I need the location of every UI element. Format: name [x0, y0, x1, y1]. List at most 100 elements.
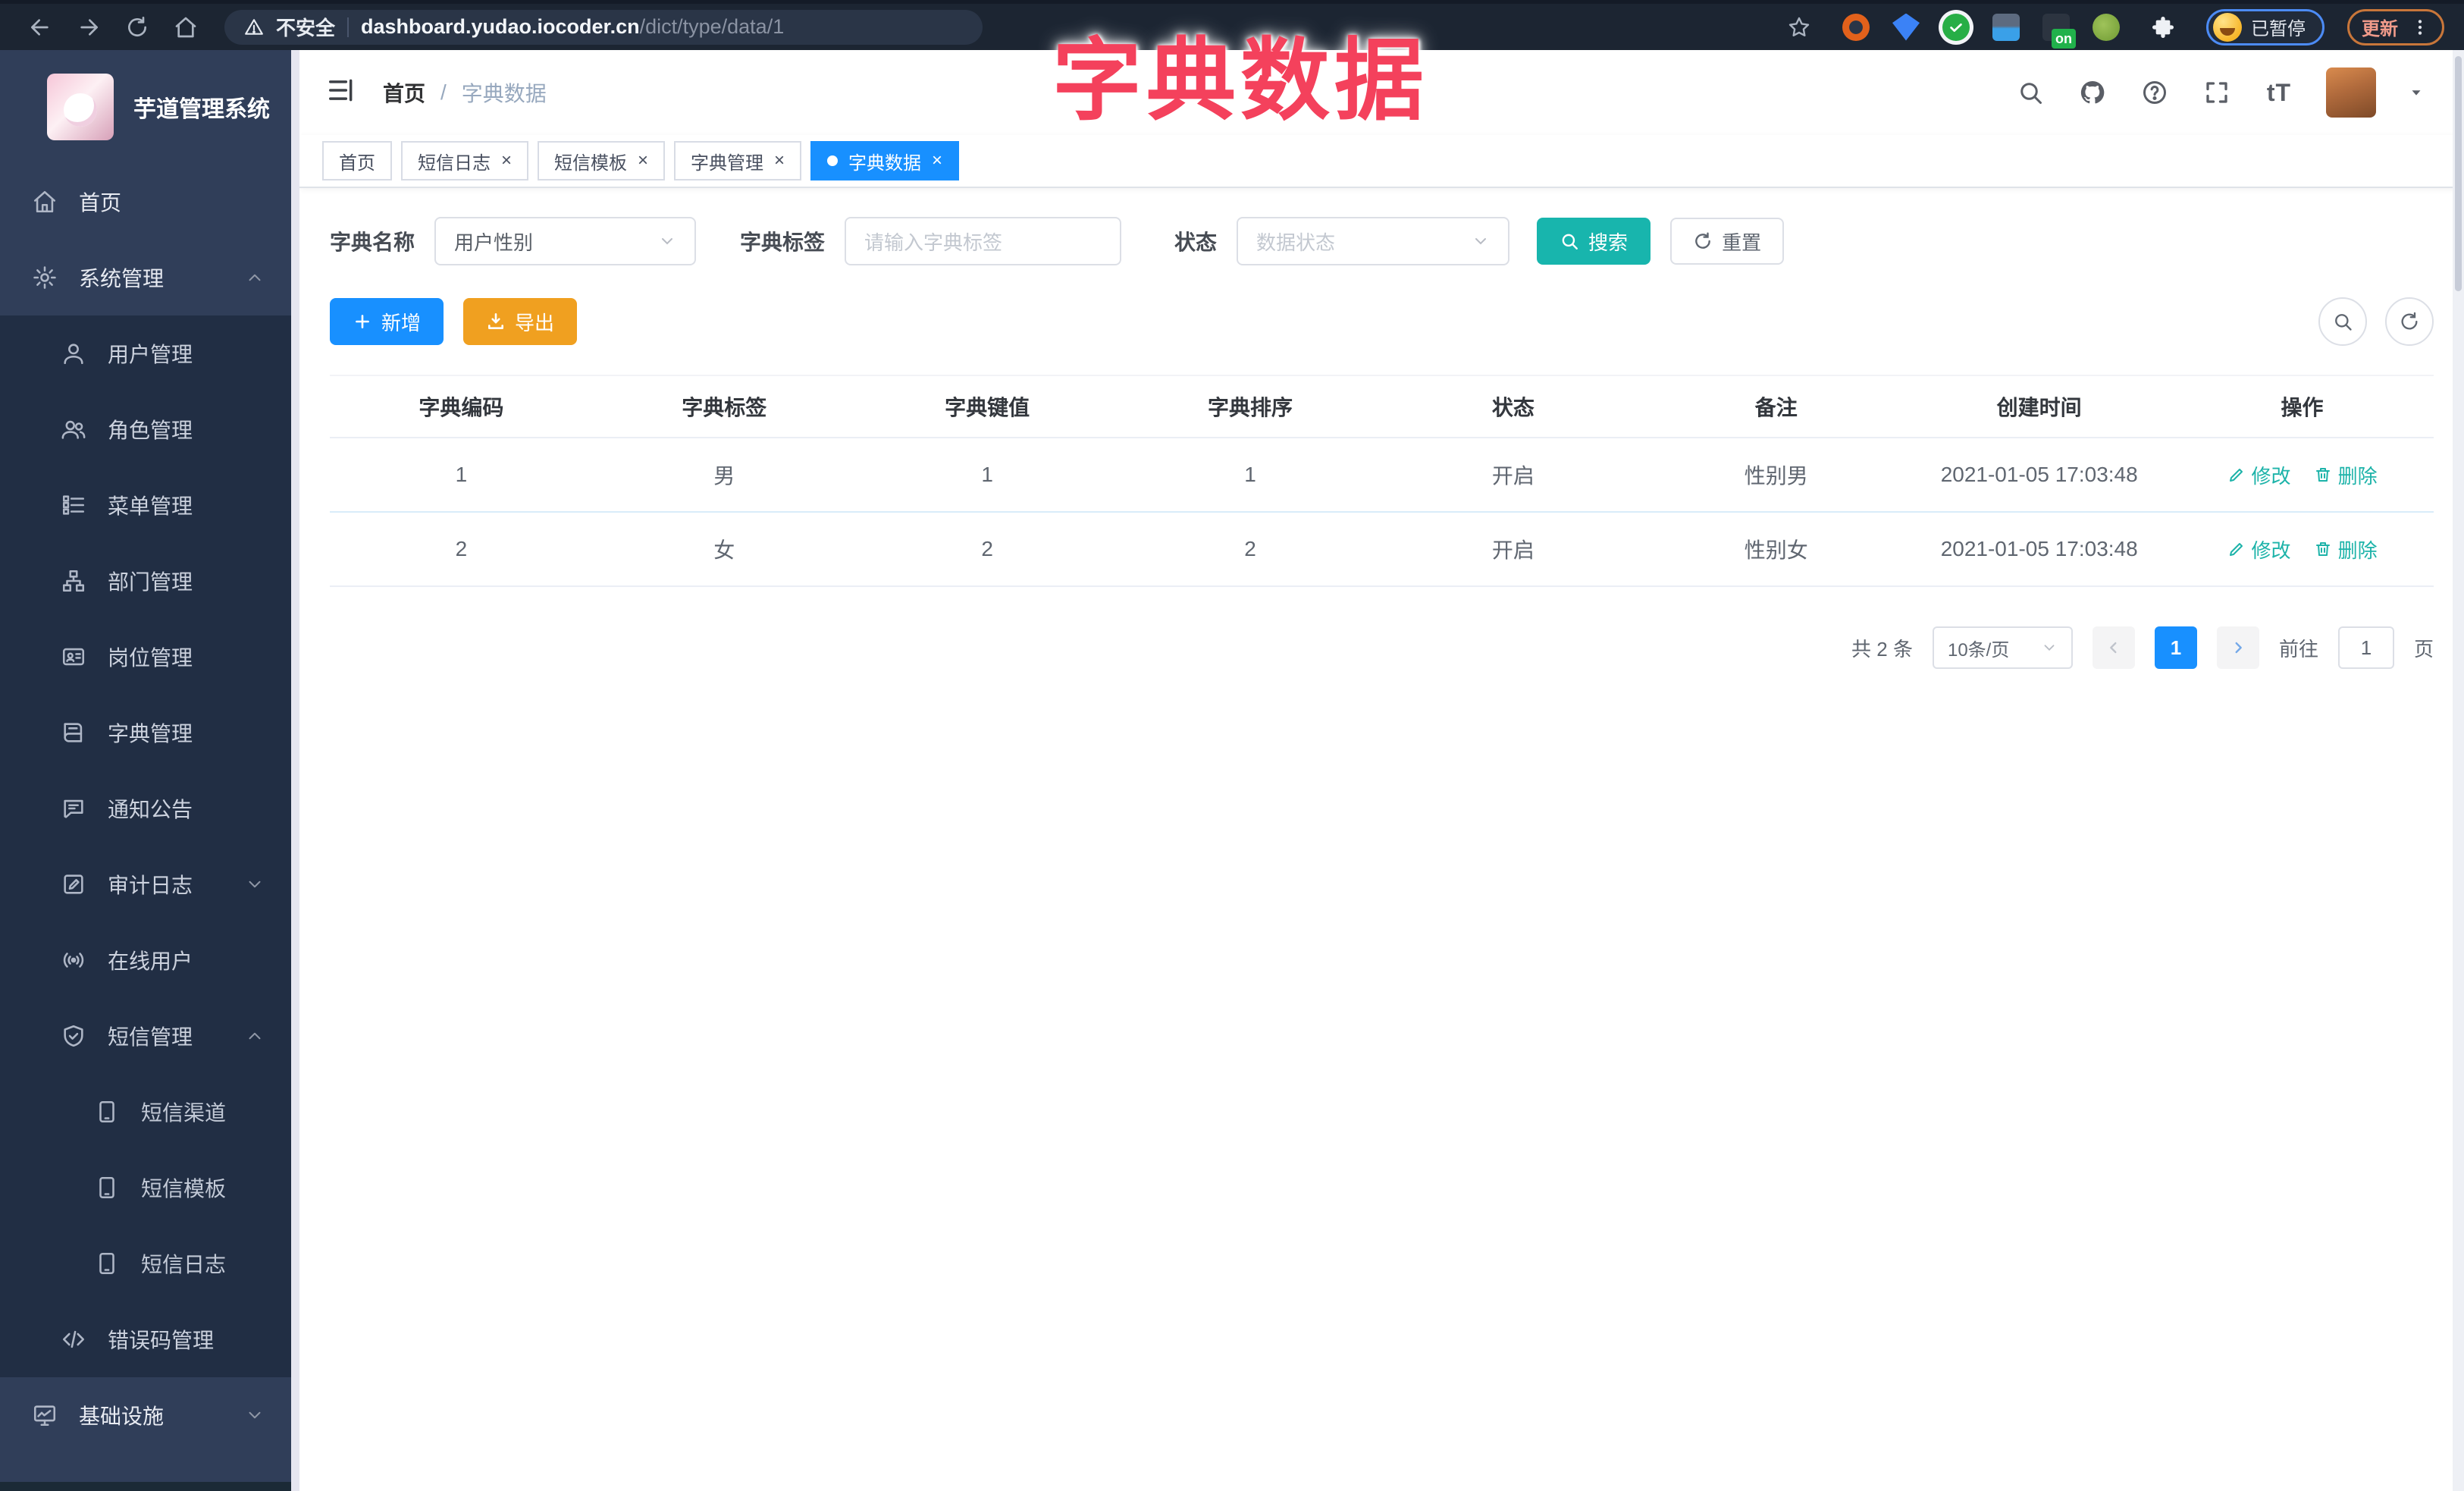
tab-close-icon[interactable]: × — [932, 152, 942, 170]
dict-label-input[interactable]: 请输入字典标签 — [845, 217, 1122, 265]
extension-leaf-icon[interactable] — [2093, 13, 2120, 41]
sidebar-menu-item[interactable]: 通知公告 — [0, 771, 299, 846]
edit-link[interactable]: 修改 — [2227, 535, 2291, 563]
view-tab[interactable]: 字典管理 × — [674, 141, 802, 180]
sidebar-menu-item[interactable]: 用户管理 — [0, 315, 299, 391]
page-scrollbar[interactable] — [2453, 50, 2464, 1491]
current-page-button[interactable]: 1 — [2154, 626, 2197, 669]
github-icon[interactable] — [2077, 77, 2108, 108]
prev-page-button[interactable] — [2092, 626, 2135, 669]
sidebar-menu-item[interactable]: 在线用户 — [0, 922, 299, 998]
dict-name-select[interactable]: 用户性别 — [434, 217, 697, 265]
extensions-puzzle-icon[interactable] — [2143, 7, 2183, 48]
view-tab[interactable]: 短信模板 × — [538, 141, 666, 180]
view-tab[interactable]: 字典数据 × — [810, 141, 960, 180]
bookmark-star-icon[interactable] — [1779, 7, 1820, 48]
extension-orange-icon[interactable] — [1842, 13, 1870, 41]
tab-close-icon[interactable]: × — [638, 152, 648, 170]
phone-icon — [94, 1251, 120, 1276]
sidebar-item-label: 用户管理 — [108, 343, 193, 366]
sidebar-menu-item[interactable]: 短信模板 — [0, 1150, 299, 1226]
sidebar-item-label: 菜单管理 — [108, 494, 193, 518]
url-divider — [347, 17, 350, 37]
app-title: 芋道管理系统 — [133, 97, 270, 122]
scrollbar-thumb[interactable] — [2455, 56, 2462, 291]
help-icon[interactable] — [2140, 77, 2170, 108]
table-row[interactable]: 2 女 2 2 开启 性别女 2021-01-05 17:03:48 修改 删除 — [330, 513, 2434, 587]
avatar-caret-down-icon[interactable] — [2408, 84, 2425, 101]
sidebar-menu-item[interactable]: 字典管理 — [0, 695, 299, 771]
top-header: 首页 / 字典数据 tT — [299, 50, 2464, 135]
sidebar-menu-item[interactable]: 短信日志 — [0, 1226, 299, 1301]
page-size-select[interactable]: 10条/页 — [1932, 626, 2073, 669]
search-form: 字典名称 用户性别 字典标签 请输入字典标签 状态 数据状态 搜索 重置 — [330, 217, 2434, 265]
sidebar-menu-item[interactable]: 部门管理 — [0, 543, 299, 619]
shield-check-icon — [61, 1023, 86, 1049]
browser-reload-icon[interactable] — [117, 7, 158, 48]
extension-dark-on-icon[interactable]: on — [2042, 13, 2076, 49]
edit-link[interactable]: 修改 — [2227, 461, 2291, 489]
toggle-search-button[interactable] — [2318, 297, 2367, 346]
browser-home-icon[interactable] — [165, 7, 206, 48]
tab-close-icon[interactable]: × — [501, 152, 512, 170]
fullscreen-icon[interactable] — [2202, 77, 2232, 108]
refresh-table-button[interactable] — [2385, 297, 2434, 346]
user-avatar[interactable] — [2326, 67, 2376, 118]
delete-link[interactable]: 删除 — [2314, 535, 2378, 563]
sidebar-menu-item[interactable]: 短信渠道 — [0, 1074, 299, 1150]
sidebar-menu-item[interactable]: 短信管理 — [0, 998, 299, 1074]
trash-icon — [2315, 468, 2330, 482]
view-tab[interactable]: 短信日志 × — [401, 141, 529, 180]
table-body: 1 男 1 1 开启 性别男 2021-01-05 17:03:48 修改 删除… — [330, 438, 2434, 587]
table-header-cell: 字典键值 — [945, 396, 1030, 419]
sidebar-item-label: 短信日志 — [141, 1253, 227, 1276]
font-size-icon[interactable]: tT — [2264, 77, 2294, 108]
tab-close-icon[interactable]: × — [774, 152, 785, 170]
trash-icon — [2315, 542, 2330, 556]
chevron-down-icon — [245, 1405, 265, 1425]
sidebar-menu-item[interactable]: 系统管理 — [0, 240, 299, 315]
extension-green-check-icon[interactable] — [1942, 13, 1970, 41]
address-bar[interactable]: 不安全 dashboard.yudao.iocoder.cn/dict/type… — [224, 9, 983, 45]
sidebar-item-label: 短信管理 — [108, 1025, 193, 1049]
delete-link[interactable]: 删除 — [2314, 461, 2378, 489]
sidebar-menu-item[interactable]: 岗位管理 — [0, 619, 299, 695]
sidebar-menu-item[interactable]: 菜单管理 — [0, 467, 299, 543]
next-page-button[interactable] — [2216, 626, 2259, 669]
extension-gem-icon[interactable] — [1892, 13, 1920, 41]
tags-view: 首页 × 短信日志 × 短信模板 × 字典管理 — [299, 135, 2464, 188]
browser-forward-icon[interactable] — [68, 7, 109, 48]
plus-icon — [356, 315, 369, 328]
browser-update-button[interactable]: 更新 — [2347, 8, 2444, 46]
sidebar-menu-item[interactable]: 首页 — [0, 164, 299, 240]
sidebar-logo[interactable]: 芋道管理系统 — [0, 50, 299, 164]
home-icon — [32, 189, 58, 215]
sidebar-menu-item[interactable]: 审计日志 — [0, 846, 299, 922]
add-button[interactable]: 新增 — [330, 298, 444, 345]
table-row[interactable]: 1 男 1 1 开启 性别男 2021-01-05 17:03:48 修改 删除 — [330, 438, 2434, 513]
header-search-icon[interactable] — [2015, 77, 2045, 108]
reset-button[interactable]: 重置 — [1670, 218, 1785, 265]
browser-back-icon[interactable] — [20, 7, 61, 48]
sidebar-item-label: 角色管理 — [108, 419, 193, 442]
edit-pencil-icon — [2229, 469, 2243, 482]
search-button[interactable]: 搜索 — [1537, 218, 1651, 265]
menu-list-icon — [61, 492, 86, 518]
table-header-row: 字典编码 字典标签 字典键值 字典排序 状态 备注 创建时间 操作 — [330, 376, 2434, 438]
dict-data-table: 字典编码 字典标签 字典键值 字典排序 状态 备注 创建时间 操作 1 男 1 1 开启 性别… — [330, 375, 2434, 587]
status-select[interactable]: 数据状态 — [1237, 217, 1510, 265]
extension-toggles-icon[interactable] — [1992, 13, 2020, 41]
sidebar-menu-item[interactable]: 基础设施 — [0, 1377, 299, 1453]
sidebar-scrollbar[interactable] — [291, 50, 299, 1491]
export-button[interactable]: 导出 — [463, 298, 578, 345]
sidebar-toggle-icon[interactable] — [327, 76, 360, 109]
goto-page-input[interactable]: 1 — [2337, 626, 2394, 669]
sidebar-item-label: 审计日志 — [108, 874, 193, 897]
sidebar-menu-item[interactable]: 错误码管理 — [0, 1301, 299, 1377]
profile-paused-badge[interactable]: 已暂停 — [2206, 8, 2324, 46]
breadcrumb-home[interactable]: 首页 — [383, 77, 425, 108]
view-tab[interactable]: 首页 × — [322, 141, 392, 180]
sidebar-menu-item[interactable]: 角色管理 — [0, 391, 299, 467]
sidebar-menu: 首页 系统管理 用户管理 角色管理 菜单管理 部门管理 岗位管理 字典管理 通知… — [0, 164, 299, 1453]
browser-menu-dots-icon[interactable] — [2410, 17, 2430, 37]
